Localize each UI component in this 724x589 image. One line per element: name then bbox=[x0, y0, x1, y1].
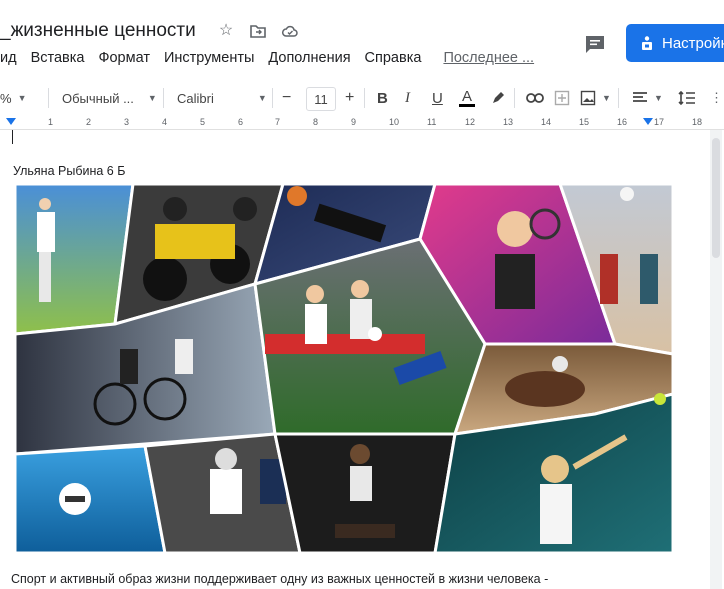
formatting-toolbar: % ▼ Обычный ... ▼ Calibri ▼ − 11 + B I U A … bbox=[0, 84, 724, 112]
ruler-tick: 12 bbox=[465, 117, 476, 127]
ruler-tick: 9 bbox=[351, 117, 357, 127]
menu-item-insert[interactable]: Вставка bbox=[31, 50, 85, 72]
share-button-label: Настройки bbox=[662, 34, 724, 52]
ruler-tick: 18 bbox=[692, 117, 703, 127]
chevron-down-icon: ▼ bbox=[17, 93, 27, 103]
ruler-tick: 14 bbox=[541, 117, 552, 127]
line-spacing-icon[interactable] bbox=[678, 84, 696, 112]
comment-icon[interactable] bbox=[584, 34, 606, 54]
ruler-tick: 4 bbox=[162, 117, 168, 127]
font-size-input[interactable]: 11 bbox=[306, 87, 336, 111]
align-icon[interactable]: ▼ bbox=[632, 84, 663, 112]
bold-button[interactable]: B bbox=[377, 84, 388, 112]
cloud-status-icon[interactable] bbox=[281, 22, 299, 40]
ruler-tick: 15 bbox=[579, 117, 590, 127]
menu-item-addons[interactable]: Дополнения bbox=[268, 50, 350, 72]
left-indent-marker[interactable] bbox=[6, 118, 16, 125]
sports-collage-image[interactable] bbox=[15, 184, 673, 553]
decrease-font-size-button[interactable]: − bbox=[282, 84, 291, 112]
paragraph-style-select[interactable]: Обычный ... ▼ bbox=[62, 84, 157, 112]
ruler-tick: 1 bbox=[48, 117, 54, 127]
menu-bar: ид Вставка Формат Инструменты Дополнения… bbox=[0, 50, 548, 72]
ruler-tick: 2 bbox=[86, 117, 92, 127]
text-color-button[interactable]: A bbox=[459, 84, 475, 112]
divider bbox=[163, 88, 164, 108]
add-comment-icon[interactable] bbox=[554, 84, 570, 112]
ruler-tick: 6 bbox=[238, 117, 244, 127]
ruler-tick: 7 bbox=[275, 117, 281, 127]
menu-item-format[interactable]: Формат bbox=[98, 50, 150, 72]
move-to-folder-icon[interactable] bbox=[249, 22, 267, 40]
ruler-tick: 11 bbox=[427, 117, 437, 127]
chevron-down-icon: ▼ bbox=[147, 93, 157, 103]
ruler-tick: 3 bbox=[124, 117, 130, 127]
italic-button[interactable]: I bbox=[405, 84, 410, 112]
ruler: 1 2 3 4 5 6 7 8 9 10 11 12 13 14 15 16 17 18 bbox=[0, 115, 724, 130]
ruler-tick: 8 bbox=[313, 117, 319, 127]
title-bar: _жизненные ценности ☆ bbox=[0, 0, 724, 46]
font-select[interactable]: Calibri ▼ bbox=[177, 84, 267, 112]
paragraph-style-value: Обычный ... bbox=[62, 90, 134, 106]
right-indent-marker[interactable] bbox=[643, 118, 653, 125]
chevron-down-icon: ▼ bbox=[654, 93, 663, 103]
chevron-down-icon: ▼ bbox=[602, 93, 611, 103]
highlight-icon[interactable] bbox=[490, 84, 506, 112]
ruler-tick: 16 bbox=[617, 117, 628, 127]
more-options-icon[interactable]: ⋮ bbox=[710, 84, 723, 112]
star-icon[interactable]: ☆ bbox=[217, 22, 235, 40]
text-color-swatch bbox=[459, 103, 475, 107]
text-color-label: A bbox=[461, 87, 472, 105]
underline-button[interactable]: U bbox=[432, 84, 443, 112]
divider bbox=[514, 88, 515, 108]
divider bbox=[364, 88, 365, 108]
insert-image-icon[interactable]: ▼ bbox=[580, 84, 611, 112]
ruler-tick: 5 bbox=[200, 117, 206, 127]
menu-item-edit[interactable]: ид bbox=[0, 50, 17, 72]
share-button[interactable]: Настройки bbox=[626, 24, 724, 62]
document-title[interactable]: _жизненные ценности bbox=[0, 20, 196, 42]
ruler-tick: 10 bbox=[389, 117, 400, 127]
divider bbox=[48, 88, 49, 108]
chevron-down-icon: ▼ bbox=[257, 93, 267, 103]
scrollbar[interactable] bbox=[710, 130, 722, 589]
divider bbox=[272, 88, 273, 108]
zoom-value: % bbox=[0, 90, 12, 106]
menu-item-tools[interactable]: Инструменты bbox=[164, 50, 254, 72]
menu-item-help[interactable]: Справка bbox=[365, 50, 422, 72]
author-line: Ульяна Рыбина 6 Б bbox=[13, 164, 126, 178]
ruler-tick: 13 bbox=[503, 117, 514, 127]
collage-graphic bbox=[15, 184, 673, 553]
link-icon[interactable] bbox=[526, 84, 544, 112]
increase-font-size-button[interactable]: + bbox=[345, 84, 354, 112]
font-value: Calibri bbox=[177, 90, 214, 106]
zoom-select[interactable]: % ▼ bbox=[0, 84, 26, 112]
ruler-tick: 17 bbox=[654, 117, 665, 127]
title-icons: ☆ bbox=[217, 22, 299, 40]
lock-icon bbox=[642, 36, 652, 50]
scrollbar-thumb[interactable] bbox=[712, 138, 720, 258]
body-paragraph: Спорт и активный образ жизни поддерживае… bbox=[11, 572, 549, 586]
divider bbox=[618, 88, 619, 108]
last-edit-link[interactable]: Последнее ... bbox=[443, 50, 534, 72]
text-cursor bbox=[12, 130, 13, 144]
